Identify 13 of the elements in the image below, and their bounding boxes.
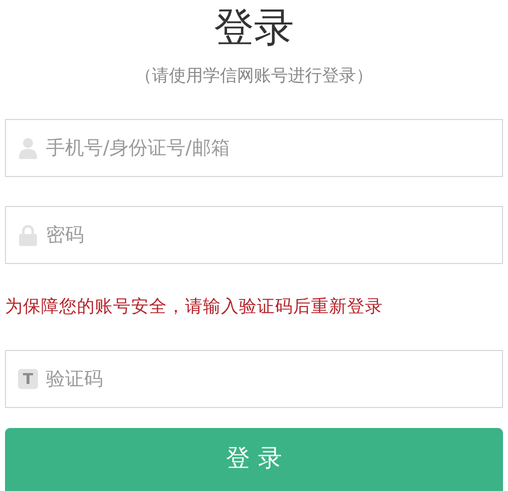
input-field[interactable]: 验证码 [46,368,490,390]
subtitle: （请使用学信网账号进行登录） [135,65,373,88]
warning-message: 为保障您的账号安全，请输入验证码后重新登录 [5,296,384,319]
text-icon: T [18,369,38,389]
input-box[interactable]: T 验证码 [5,350,503,408]
input-field[interactable]: 密码 [46,224,490,246]
login-button[interactable]: 登 录 [5,428,503,491]
lock-icon [18,224,38,246]
input-field[interactable]: 手机号/身份证号/邮箱 [46,137,490,159]
page-title: 登录 [213,4,295,53]
input-box[interactable]: 密码 [5,206,503,264]
input-box[interactable]: 手机号/身份证号/邮箱 [5,119,503,177]
person-icon [18,137,38,159]
